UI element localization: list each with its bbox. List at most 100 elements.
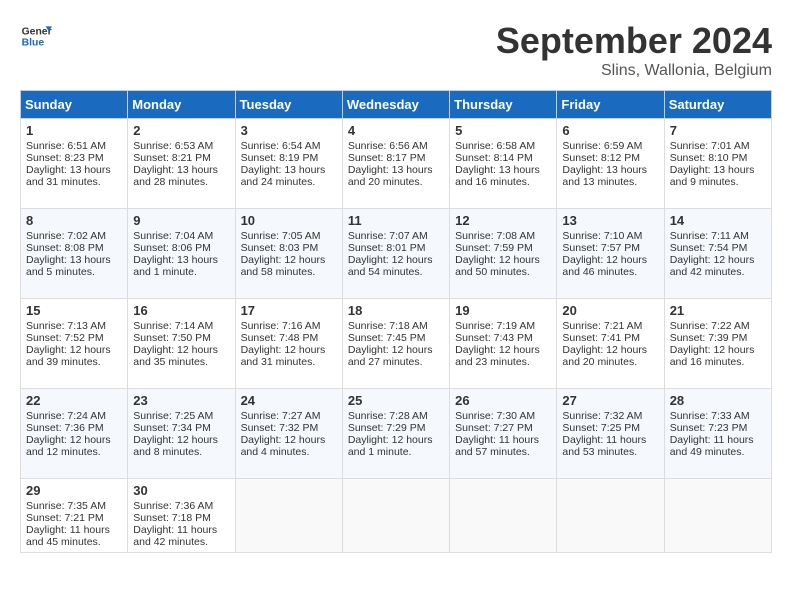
day-info: Sunrise: 6:54 AM bbox=[241, 140, 337, 152]
day-of-week-header: Monday bbox=[128, 91, 235, 119]
day-info: Sunset: 8:12 PM bbox=[562, 152, 658, 164]
day-info: Daylight: 12 hours bbox=[562, 344, 658, 356]
day-info: Daylight: 11 hours bbox=[133, 524, 229, 536]
day-of-week-header: Wednesday bbox=[342, 91, 449, 119]
day-number: 8 bbox=[26, 213, 122, 228]
day-info: and 20 minutes. bbox=[562, 356, 658, 368]
day-info: Sunset: 7:29 PM bbox=[348, 422, 444, 434]
day-info: Daylight: 12 hours bbox=[670, 344, 766, 356]
day-info: and 28 minutes. bbox=[133, 176, 229, 188]
day-info: Daylight: 12 hours bbox=[241, 254, 337, 266]
day-info: Sunrise: 7:21 AM bbox=[562, 320, 658, 332]
calendar-cell: 29Sunrise: 7:35 AMSunset: 7:21 PMDayligh… bbox=[21, 479, 128, 553]
calendar-cell: 21Sunrise: 7:22 AMSunset: 7:39 PMDayligh… bbox=[664, 299, 771, 389]
calendar-cell: 20Sunrise: 7:21 AMSunset: 7:41 PMDayligh… bbox=[557, 299, 664, 389]
day-info: Sunrise: 7:08 AM bbox=[455, 230, 551, 242]
day-info: and 1 minute. bbox=[133, 266, 229, 278]
calendar-cell: 2 Sunrise: 6:53 AMSunset: 8:21 PMDaylight… bbox=[128, 119, 235, 209]
day-info: Sunset: 7:43 PM bbox=[455, 332, 551, 344]
day-info: and 13 minutes. bbox=[562, 176, 658, 188]
day-number: 21 bbox=[670, 303, 766, 318]
day-info: Sunset: 8:19 PM bbox=[241, 152, 337, 164]
calendar-table: SundayMondayTuesdayWednesdayThursdayFrid… bbox=[20, 90, 772, 553]
calendar-cell: 10Sunrise: 7:05 AMSunset: 8:03 PMDayligh… bbox=[235, 209, 342, 299]
day-info: Sunset: 8:08 PM bbox=[26, 242, 122, 254]
day-info: Sunrise: 6:53 AM bbox=[133, 140, 229, 152]
month-title: September 2024 bbox=[496, 20, 772, 62]
calendar-cell: 23Sunrise: 7:25 AMSunset: 7:34 PMDayligh… bbox=[128, 389, 235, 479]
day-info: Sunset: 7:54 PM bbox=[670, 242, 766, 254]
day-info: Daylight: 11 hours bbox=[670, 434, 766, 446]
day-info: Sunrise: 7:33 AM bbox=[670, 410, 766, 422]
day-of-week-header: Friday bbox=[557, 91, 664, 119]
day-info: Sunrise: 6:56 AM bbox=[348, 140, 444, 152]
day-info: Sunrise: 7:11 AM bbox=[670, 230, 766, 242]
calendar-cell: 26Sunrise: 7:30 AMSunset: 7:27 PMDayligh… bbox=[450, 389, 557, 479]
day-info: Daylight: 13 hours bbox=[241, 164, 337, 176]
day-info: Sunrise: 7:24 AM bbox=[26, 410, 122, 422]
day-info: Sunset: 8:14 PM bbox=[455, 152, 551, 164]
svg-text:Blue: Blue bbox=[22, 38, 45, 49]
day-info: and 20 minutes. bbox=[348, 176, 444, 188]
day-info: and 46 minutes. bbox=[562, 266, 658, 278]
page-header: General Blue September 2024 Slins, Wallo… bbox=[20, 20, 772, 80]
day-info: Daylight: 12 hours bbox=[241, 434, 337, 446]
day-info: Sunset: 7:52 PM bbox=[26, 332, 122, 344]
calendar-week-row: 8 Sunrise: 7:02 AMSunset: 8:08 PM Daylight… bbox=[21, 209, 772, 299]
day-number: 26 bbox=[455, 393, 551, 408]
day-info: Sunset: 7:59 PM bbox=[455, 242, 551, 254]
day-number: 2 bbox=[133, 123, 229, 138]
day-number: 6 bbox=[562, 123, 658, 138]
day-info: and 5 minutes. bbox=[26, 266, 122, 278]
calendar-cell: 7Sunrise: 7:01 AMSunset: 8:10 PMDaylight… bbox=[664, 119, 771, 209]
calendar-cell: 8Sunrise: 7:02 AMSunset: 8:08 PMDaylight… bbox=[21, 209, 128, 299]
day-number: 25 bbox=[348, 393, 444, 408]
day-info: and 1 minute. bbox=[348, 446, 444, 458]
day-info: Daylight: 13 hours bbox=[348, 164, 444, 176]
day-info: Sunrise: 7:27 AM bbox=[241, 410, 337, 422]
day-info: Sunrise: 7:04 AM bbox=[133, 230, 229, 242]
day-info: Sunrise: 7:30 AM bbox=[455, 410, 551, 422]
day-of-week-header: Thursday bbox=[450, 91, 557, 119]
calendar-cell: 19Sunrise: 7:19 AMSunset: 7:43 PMDayligh… bbox=[450, 299, 557, 389]
day-info: Sunset: 7:18 PM bbox=[133, 512, 229, 524]
day-info: Daylight: 12 hours bbox=[455, 254, 551, 266]
day-info: and 54 minutes. bbox=[348, 266, 444, 278]
calendar-cell bbox=[235, 479, 342, 553]
day-number: 22 bbox=[26, 393, 122, 408]
day-info: Sunset: 7:21 PM bbox=[26, 512, 122, 524]
day-info: Daylight: 12 hours bbox=[26, 434, 122, 446]
day-info: Sunrise: 7:07 AM bbox=[348, 230, 444, 242]
day-info: Daylight: 12 hours bbox=[348, 254, 444, 266]
day-info: Sunrise: 7:02 AM bbox=[26, 230, 122, 242]
day-info: Sunrise: 7:25 AM bbox=[133, 410, 229, 422]
day-info: and 45 minutes. bbox=[26, 536, 122, 548]
day-number: 7 bbox=[670, 123, 766, 138]
day-number: 23 bbox=[133, 393, 229, 408]
day-number: 20 bbox=[562, 303, 658, 318]
day-number: 28 bbox=[670, 393, 766, 408]
day-number: 19 bbox=[455, 303, 551, 318]
day-info: and 8 minutes. bbox=[133, 446, 229, 458]
day-of-week-header: Saturday bbox=[664, 91, 771, 119]
calendar-cell bbox=[557, 479, 664, 553]
day-number: 30 bbox=[133, 483, 229, 498]
calendar-week-row: 29Sunrise: 7:35 AMSunset: 7:21 PMDayligh… bbox=[21, 479, 772, 553]
day-number: 9 bbox=[133, 213, 229, 228]
day-info: Daylight: 13 hours bbox=[133, 164, 229, 176]
day-info: and 9 minutes. bbox=[670, 176, 766, 188]
day-info: Sunset: 8:21 PM bbox=[133, 152, 229, 164]
calendar-cell: 24Sunrise: 7:27 AMSunset: 7:32 PMDayligh… bbox=[235, 389, 342, 479]
day-info: Daylight: 11 hours bbox=[562, 434, 658, 446]
day-info: Daylight: 12 hours bbox=[133, 344, 229, 356]
day-info: Sunrise: 7:35 AM bbox=[26, 500, 122, 512]
day-info: Daylight: 12 hours bbox=[348, 434, 444, 446]
day-info: Daylight: 11 hours bbox=[455, 434, 551, 446]
day-info: Sunset: 8:03 PM bbox=[241, 242, 337, 254]
calendar-cell: 14Sunrise: 7:11 AMSunset: 7:54 PMDayligh… bbox=[664, 209, 771, 299]
day-info: Sunset: 7:36 PM bbox=[26, 422, 122, 434]
day-number: 17 bbox=[241, 303, 337, 318]
calendar-cell: 18Sunrise: 7:18 AMSunset: 7:45 PMDayligh… bbox=[342, 299, 449, 389]
day-info: and 50 minutes. bbox=[455, 266, 551, 278]
calendar-cell: 12Sunrise: 7:08 AMSunset: 7:59 PMDayligh… bbox=[450, 209, 557, 299]
